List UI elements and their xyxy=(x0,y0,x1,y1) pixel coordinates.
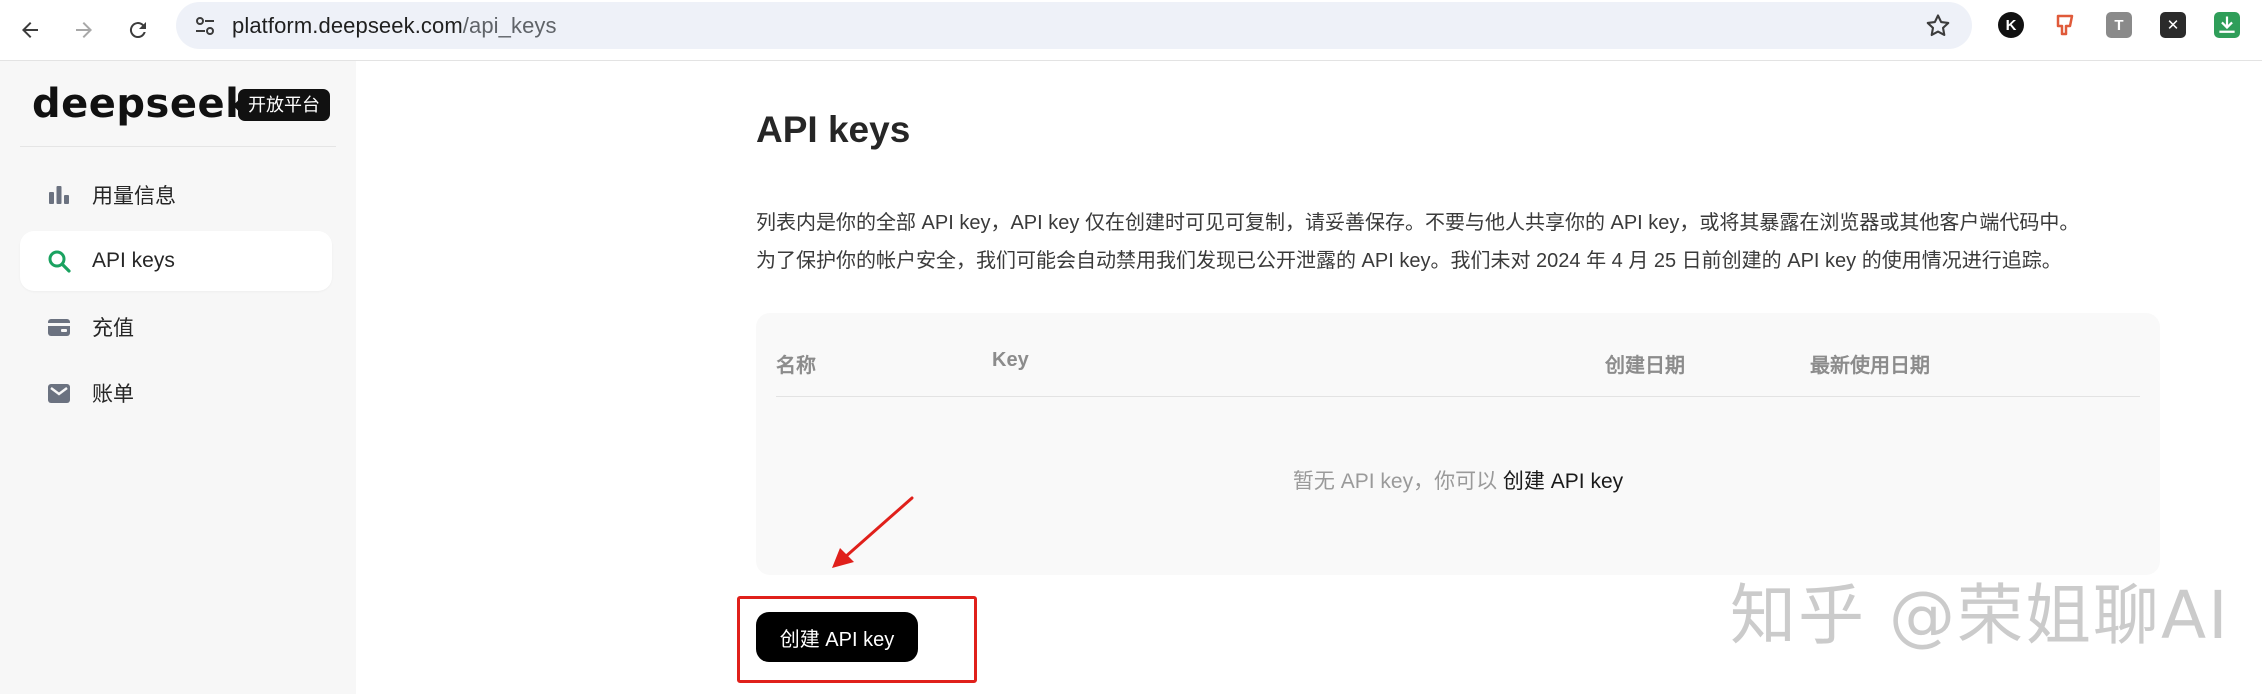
reload-button[interactable] xyxy=(120,12,156,48)
extension-t-icon[interactable]: T xyxy=(2106,12,2132,38)
api-keys-table: 名称 Key 创建日期 最新使用日期 暂无 API key，你可以 创建 API… xyxy=(756,313,2160,575)
header-divider xyxy=(776,396,2140,397)
extension-x-icon[interactable]: ✕ xyxy=(2160,12,2186,38)
sidebar-item-label: 账单 xyxy=(92,383,134,406)
browser-toolbar: platform.deepseek.com/api_keys K T ✕ xyxy=(0,0,2262,61)
forward-button[interactable] xyxy=(66,12,102,48)
column-header-name: 名称 xyxy=(776,355,816,377)
arrow-left-icon xyxy=(22,22,38,38)
mail-icon xyxy=(46,380,72,406)
sidebar: deepseek 开放平台 用量信息 API keys 充值 账单 xyxy=(0,61,356,694)
sidebar-item-usage[interactable]: 用量信息 xyxy=(20,165,332,225)
search-icon xyxy=(46,248,72,274)
arrow-right-icon xyxy=(76,22,92,38)
sidebar-item-label: 用量信息 xyxy=(92,185,176,208)
column-header-key: Key xyxy=(992,349,1029,371)
highlight-box xyxy=(737,596,977,683)
sidebar-item-billing[interactable]: 账单 xyxy=(20,363,332,423)
site-settings-icon xyxy=(196,17,214,35)
wallet-icon xyxy=(46,314,72,340)
reload-icon xyxy=(129,22,146,39)
logo-badge: 开放平台 xyxy=(238,89,330,121)
empty-state-create-link[interactable]: 创建 API key xyxy=(1503,470,1623,493)
bar-chart-icon xyxy=(46,182,72,208)
sidebar-item-topup[interactable]: 充值 xyxy=(20,297,332,357)
extension-brain-icon[interactable] xyxy=(2052,12,2078,38)
sidebar-item-api-keys[interactable]: API keys xyxy=(20,231,332,291)
bookmark-star-icon[interactable] xyxy=(1924,12,1952,40)
description-line-1: 列表内是你的全部 API key，API key 仅在创建时可见可复制，请妥善保… xyxy=(756,212,2080,234)
empty-state: 暂无 API key，你可以 创建 API key xyxy=(756,465,2160,495)
page-description: 列表内是你的全部 API key，API key 仅在创建时可见可复制，请妥善保… xyxy=(756,204,2186,280)
column-header-last-used: 最新使用日期 xyxy=(1810,355,1930,377)
extension-download-icon[interactable] xyxy=(2214,12,2240,38)
back-button[interactable] xyxy=(12,12,48,48)
sidebar-item-label: API keys xyxy=(92,249,175,272)
logo-wordmark: deepseek xyxy=(32,81,253,127)
description-line-2: 为了保护你的帐户安全，我们可能会自动禁用我们发现已公开泄露的 API key。我… xyxy=(756,250,2062,272)
extension-k-icon[interactable]: K xyxy=(1998,12,2024,38)
column-header-created: 创建日期 xyxy=(1605,355,1685,377)
sidebar-item-label: 充值 xyxy=(92,317,134,340)
url-text: platform.deepseek.com/api_keys xyxy=(232,13,557,38)
address-bar[interactable]: platform.deepseek.com/api_keys xyxy=(176,2,1972,49)
watermark: 知乎 @荣姐聊AI xyxy=(1730,577,2230,654)
logo[interactable]: deepseek 开放平台 xyxy=(32,81,332,129)
sidebar-divider xyxy=(20,146,336,147)
page-title: API keys xyxy=(756,109,911,150)
red-arrow-icon xyxy=(832,496,914,568)
empty-state-text: 暂无 API key，你可以 xyxy=(1292,470,1498,493)
